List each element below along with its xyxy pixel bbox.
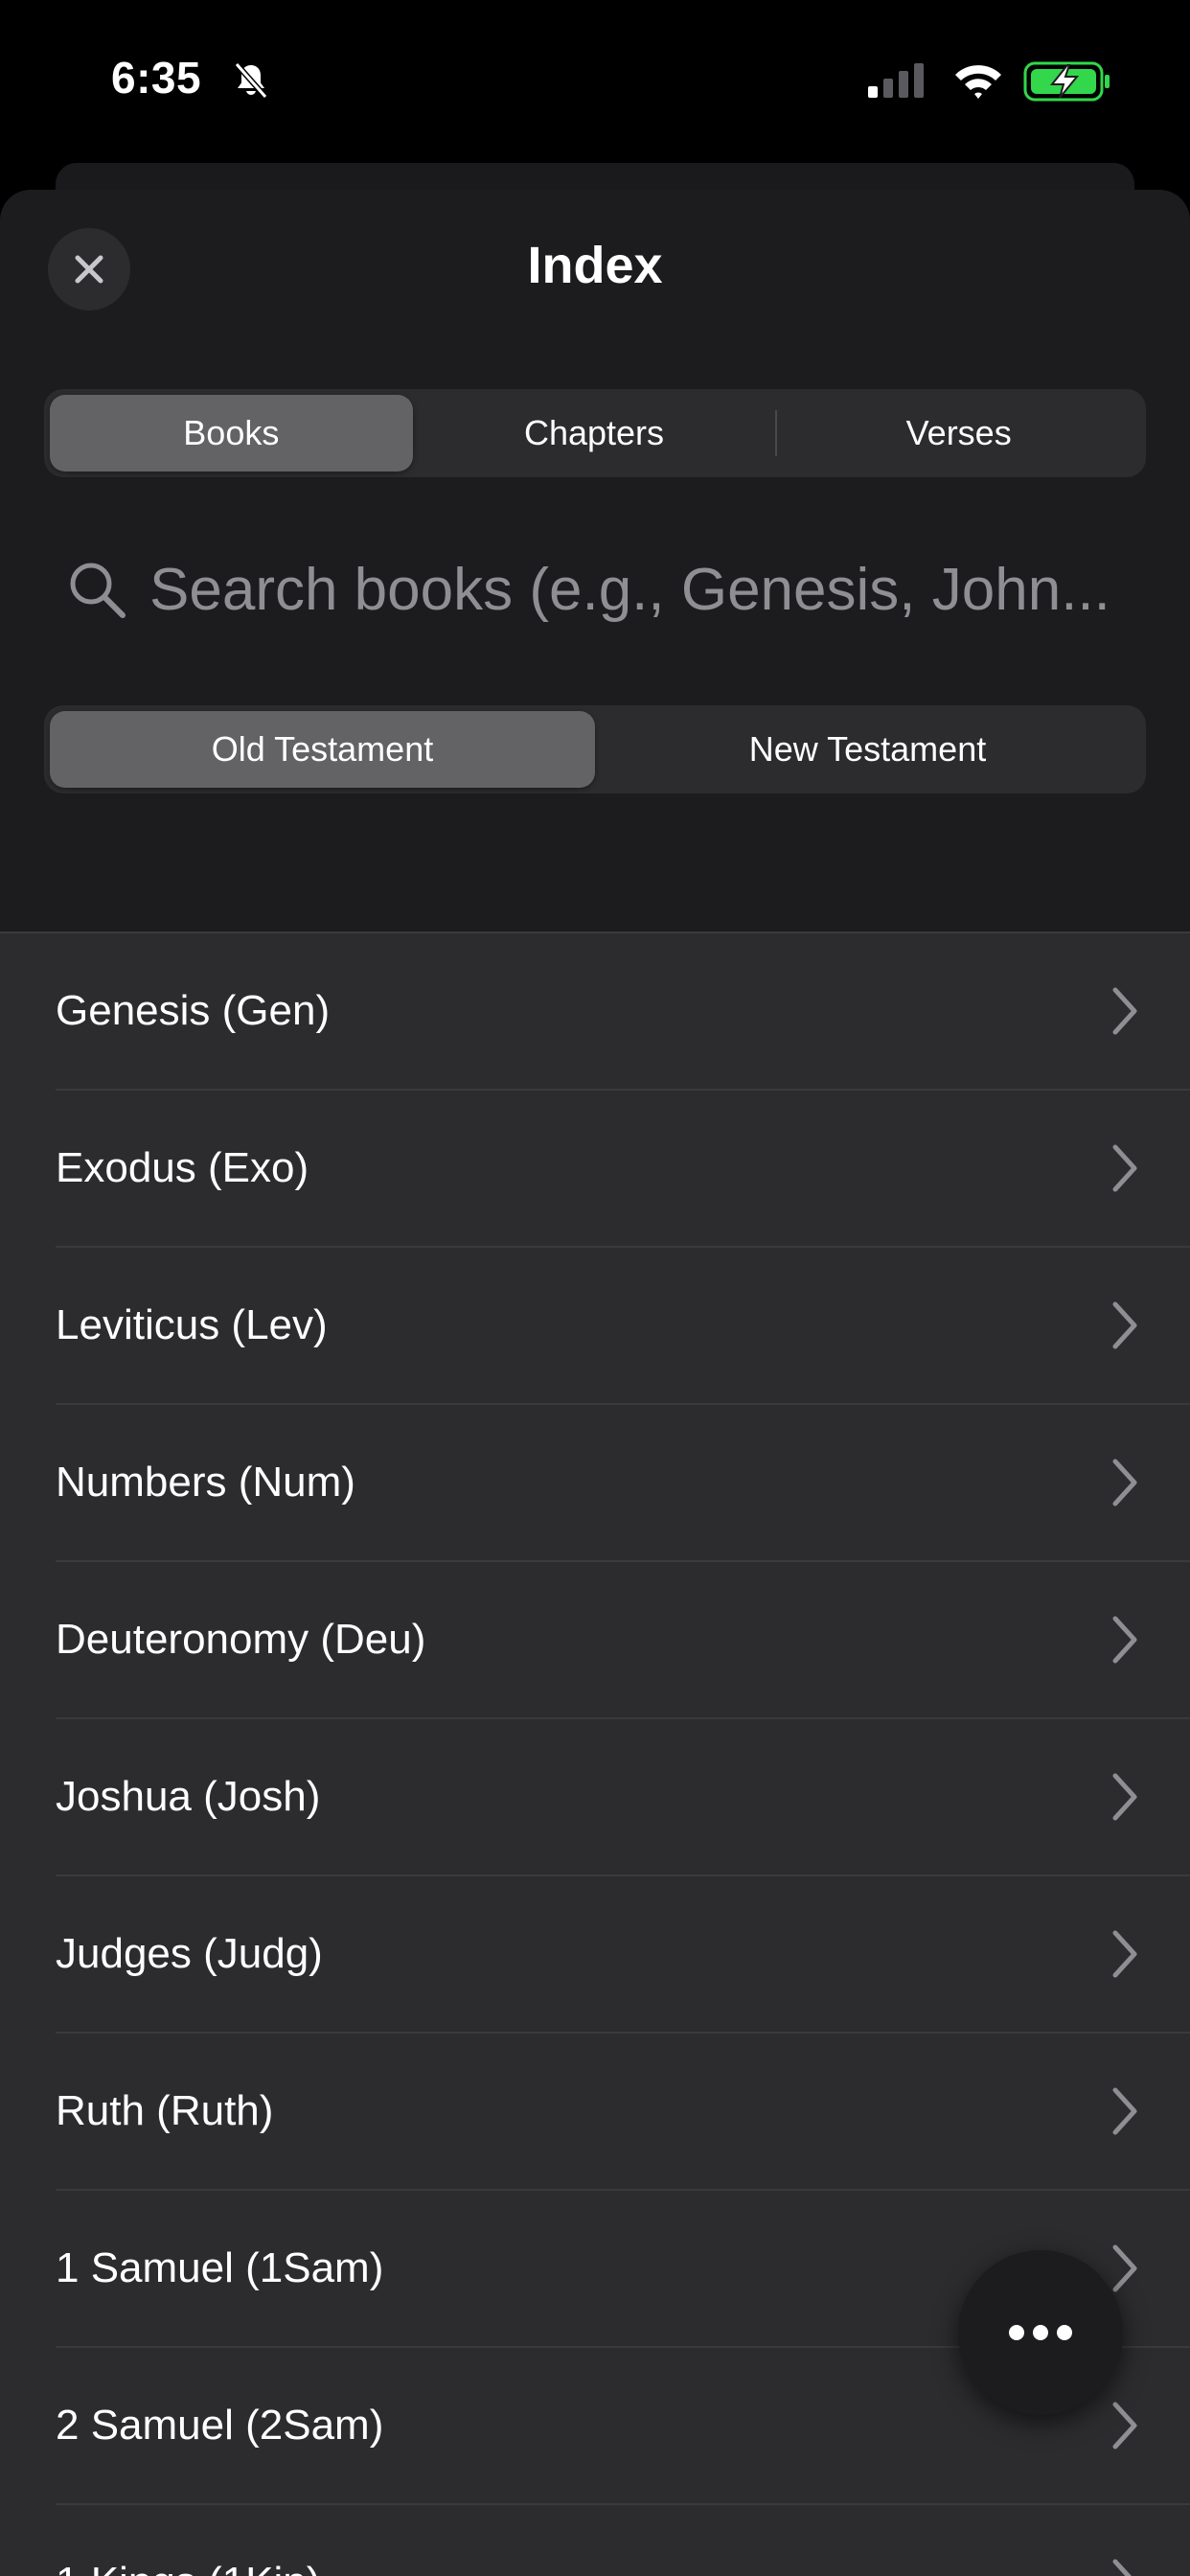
book-name: 1 Samuel (1Sam) xyxy=(56,2244,384,2291)
index-sheet: Index Books Chapters Verses Old Testamen… xyxy=(0,190,1190,2576)
chevron-right-icon xyxy=(1112,1301,1137,1349)
wifi-icon xyxy=(955,65,1001,99)
chevron-right-icon xyxy=(1112,987,1137,1035)
cellular-signal-icon xyxy=(868,63,924,98)
book-name: 1 Kings (1Kin) xyxy=(56,2559,320,2576)
testament-segmented-control: Old Testament New Testament xyxy=(44,705,1146,794)
chevron-right-icon xyxy=(1112,1144,1137,1192)
tab-books[interactable]: Books xyxy=(50,395,413,472)
status-bar: 6:35 xyxy=(0,0,1190,163)
book-name: 2 Samuel (2Sam) xyxy=(56,2402,384,2449)
chevron-right-icon xyxy=(1112,1773,1137,1821)
list-item[interactable]: Joshua (Josh) xyxy=(56,1719,1190,1876)
list-item[interactable]: Judges (Judg) xyxy=(56,1876,1190,2034)
more-options-button[interactable] xyxy=(958,2250,1123,2415)
tab-verses[interactable]: Verses xyxy=(777,395,1140,472)
battery-charging-icon xyxy=(1023,61,1110,102)
list-item[interactable]: Deuteronomy (Deu) xyxy=(56,1562,1190,1719)
chevron-right-icon xyxy=(1112,1616,1137,1664)
list-item[interactable]: Leviticus (Lev) xyxy=(56,1248,1190,1405)
chevron-right-icon xyxy=(1112,2402,1137,2450)
book-name: Numbers (Num) xyxy=(56,1459,355,1506)
index-type-segmented-control: Books Chapters Verses xyxy=(44,389,1146,477)
chevron-right-icon xyxy=(1112,2559,1133,2576)
book-name: Exodus (Exo) xyxy=(56,1144,309,1191)
list-item[interactable]: 1 Kings (1Kin) xyxy=(56,2505,1190,2576)
chevron-right-icon xyxy=(1112,1459,1137,1506)
book-name: Judges (Judg) xyxy=(56,1930,323,1977)
list-item[interactable]: Exodus (Exo) xyxy=(56,1091,1190,1248)
tab-new-testament[interactable]: New Testament xyxy=(595,711,1140,788)
book-name: Ruth (Ruth) xyxy=(56,2087,274,2134)
book-name: Deuteronomy (Deu) xyxy=(56,1616,426,1663)
status-time: 6:35 xyxy=(111,53,202,103)
book-name: Leviticus (Lev) xyxy=(56,1301,328,1348)
search-bar xyxy=(65,546,1129,632)
list-item[interactable]: Genesis (Gen) xyxy=(56,933,1190,1091)
search-icon xyxy=(70,563,126,618)
tab-old-testament[interactable]: Old Testament xyxy=(50,711,595,788)
search-input[interactable] xyxy=(148,554,1129,625)
book-name: Joshua (Josh) xyxy=(56,1773,321,1820)
chevron-right-icon xyxy=(1112,1930,1137,1978)
chevron-right-icon xyxy=(1112,2087,1137,2135)
tab-chapters[interactable]: Chapters xyxy=(413,395,776,472)
book-name: Genesis (Gen) xyxy=(56,987,331,1034)
list-item[interactable]: Ruth (Ruth) xyxy=(56,2034,1190,2191)
more-icon xyxy=(1009,2325,1072,2340)
bell-slash-icon xyxy=(234,62,268,99)
chevron-right-icon xyxy=(1112,2244,1137,2292)
page-title: Index xyxy=(527,237,663,294)
list-item[interactable]: Numbers (Num) xyxy=(56,1405,1190,1562)
